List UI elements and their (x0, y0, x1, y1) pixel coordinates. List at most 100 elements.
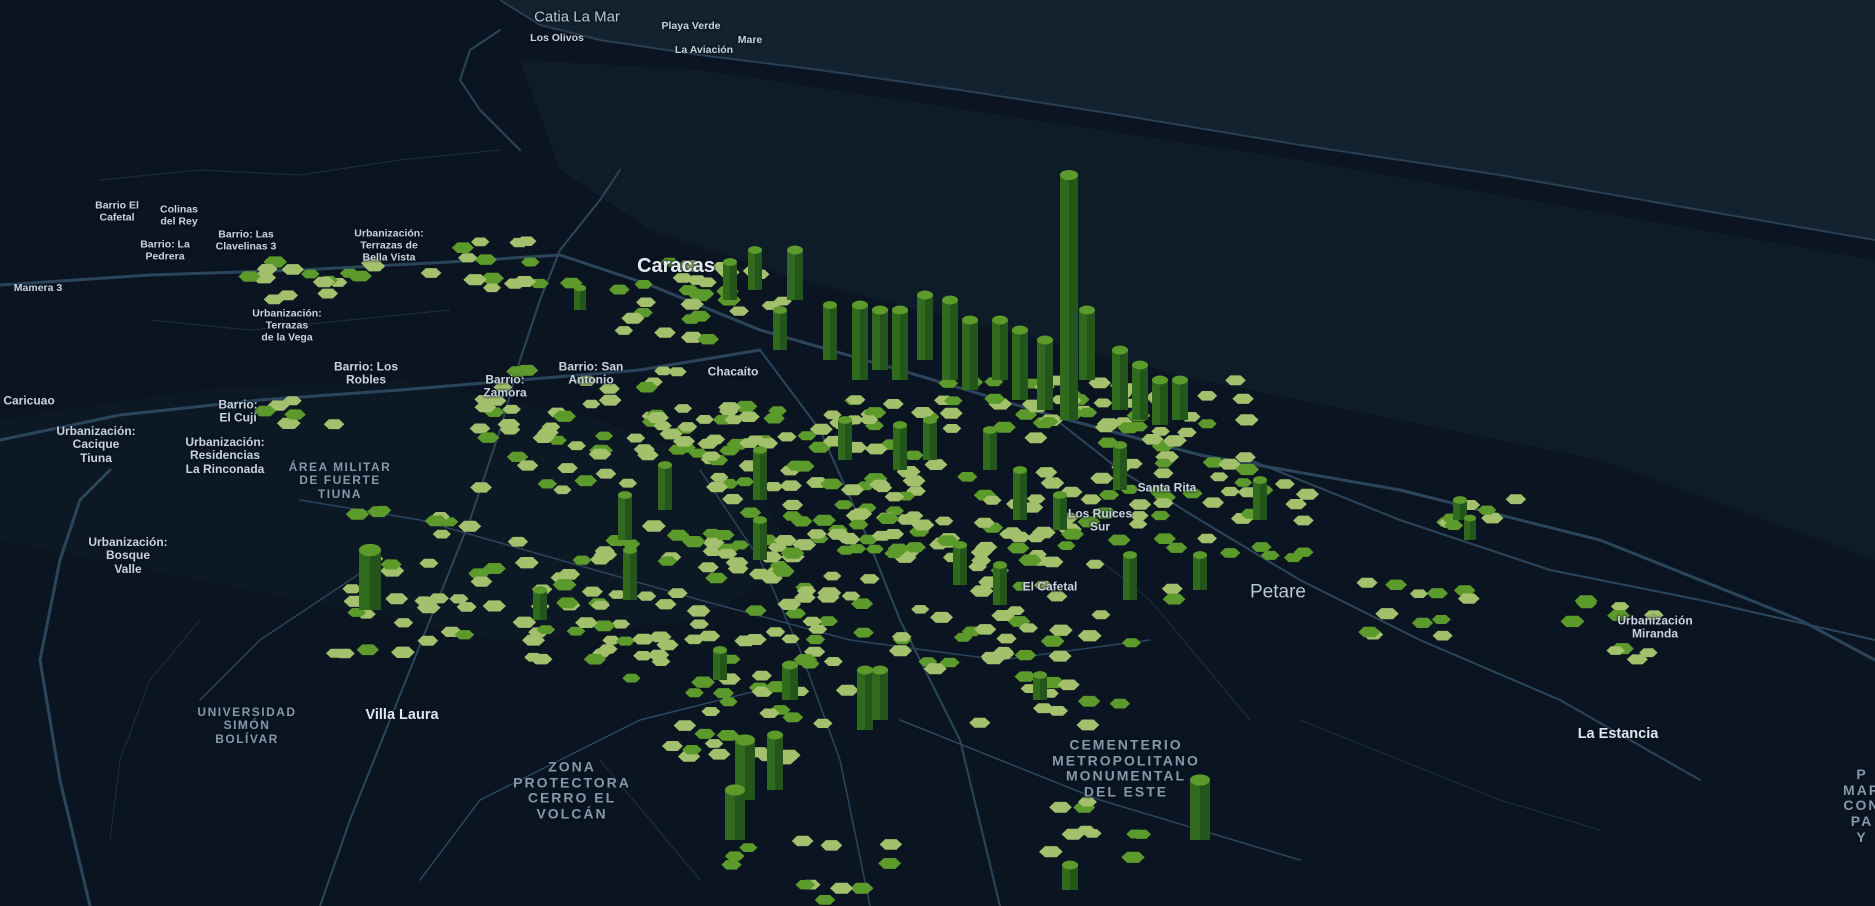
hexagon-cell (654, 327, 676, 338)
extruded-column (782, 660, 798, 700)
hexagon-cell (521, 257, 540, 267)
hexagon-cell (1235, 414, 1259, 426)
hexagon-cell (691, 676, 715, 688)
hexagon-cell (1150, 510, 1171, 521)
hexagon-cell (850, 882, 874, 894)
label-barrio-el-cafetal: Barrio El Cafetal (95, 199, 139, 223)
extruded-column (1172, 375, 1188, 420)
hexagon-cell (942, 424, 962, 433)
extruded-column (892, 305, 908, 380)
hexagon-cell (1049, 624, 1073, 636)
label-parque-marques: P MAR CON PA Y (1843, 765, 1875, 845)
extruded-column (857, 665, 873, 730)
hexagon-cell (779, 480, 802, 491)
hexagon-cell (1048, 650, 1072, 662)
hexagon-cell (636, 297, 656, 307)
hexagon-cell (701, 707, 721, 716)
hexagon-cell (812, 514, 836, 526)
hexagon-cell (830, 882, 854, 894)
label-petare: Petare (1250, 581, 1306, 603)
hexagon-cell (782, 499, 804, 510)
extruded-column (1013, 466, 1027, 520)
hexagon-cell (823, 657, 843, 666)
hexagon-cell (1197, 533, 1217, 544)
label-urb-terrazas-vega: Urbanización: Terrazas de la Vega (252, 307, 322, 343)
label-urb-bosque-valle: Urbanización: Bosque Valle (88, 534, 168, 576)
hexagon-cell (1209, 472, 1229, 482)
hexagon-cell (1202, 497, 1224, 508)
hexagon-cell (667, 367, 687, 377)
label-barrio-zamora: Barrio: Zamora (483, 372, 527, 400)
label-cementerio: CEMENTERIO METROPOLITANO MONUMENTAL DEL … (1052, 736, 1200, 800)
hexagon-cell (996, 633, 1017, 644)
extruded-column (1253, 476, 1267, 520)
label-mare: Mare (737, 34, 763, 47)
extruded-column (993, 561, 1007, 605)
label-barrio-las-clavelinas: Barrio: Las Clavelinas 3 (215, 228, 277, 252)
hexagon-cell (882, 399, 904, 409)
hexagon-cell (1220, 486, 1240, 497)
hexagon-cell (1162, 593, 1186, 605)
extruded-column (962, 315, 978, 390)
extruded-column (1132, 360, 1148, 420)
hexagon-cell (1040, 635, 1065, 647)
hexagon-cell (1098, 490, 1120, 500)
hexagon-cell (1560, 615, 1585, 628)
extruded-column (1060, 169, 1078, 420)
label-villa-laura: Villa Laura (365, 706, 439, 723)
hexagon-cell (823, 571, 842, 581)
hexagon-cell (865, 544, 884, 554)
hexagon-cell (1426, 588, 1448, 599)
label-area-militar: ÁREA MILITAR DE FUERTE TIUNA (288, 459, 392, 501)
extruded-column (992, 315, 1008, 380)
hexagon-cell (911, 605, 930, 614)
extruded-column (917, 290, 933, 360)
extruded-column (723, 258, 737, 300)
hexagon-cell (765, 627, 786, 637)
hexagon-cell (1610, 602, 1630, 611)
extruded-column (953, 541, 967, 585)
hexagon-cell (598, 394, 622, 406)
extruded-column (1123, 551, 1137, 600)
map-view[interactable]: Catia La Mar Playa Verde Los Olivos Mare… (0, 0, 1875, 906)
extruded-column (1033, 671, 1047, 700)
hexagon-cell (689, 619, 709, 629)
hexagon-cell (1122, 638, 1141, 648)
hexagon-cell (1432, 630, 1453, 641)
label-el-cafetal: El Cafetal (1022, 579, 1078, 594)
hexagon-cell (1077, 630, 1102, 642)
hexagon-cell (1153, 533, 1176, 544)
extruded-column (1152, 375, 1168, 425)
extruded-column (725, 784, 745, 840)
hexagon-cell (879, 839, 903, 850)
hexagon-cell (1035, 467, 1058, 478)
hexagon-cell (1505, 494, 1527, 505)
extruded-column (1062, 860, 1078, 890)
hexagon-cell (1285, 499, 1307, 510)
hexagon-cell (739, 843, 758, 852)
hexagon-cell (1049, 801, 1072, 813)
hexagon-cell (1040, 477, 1065, 489)
hexagon-cell (1024, 432, 1048, 444)
hexagon-cell (582, 399, 601, 409)
hexagon-cell (1197, 391, 1218, 401)
label-urb-miranda: Urbanización Miranda (1617, 613, 1693, 641)
hexagon-cell (391, 646, 415, 658)
hexagon-cell (721, 860, 742, 870)
extruded-column (1464, 514, 1476, 540)
extruded-column (1112, 345, 1128, 410)
hexagon-cell (888, 645, 912, 657)
extruded-column (359, 543, 381, 610)
extruded-column (753, 446, 767, 500)
hexagon-cell (1129, 511, 1149, 521)
label-urb-residencias-rinconada: Urbanización: Residencias La Rinconada (185, 434, 265, 476)
hexagon-cell (673, 404, 693, 413)
hexagon-cell (1121, 851, 1145, 863)
extruded-column (872, 305, 888, 370)
hexagon-cell (820, 840, 843, 851)
hexagon-cell (1356, 577, 1378, 588)
label-urb-terrazas-bella-vista: Urbanización: Terrazas de Bella Vista (354, 227, 424, 263)
extruded-column (893, 421, 907, 470)
hexagon-cell (616, 636, 635, 646)
hexagon-cell (1220, 548, 1241, 558)
